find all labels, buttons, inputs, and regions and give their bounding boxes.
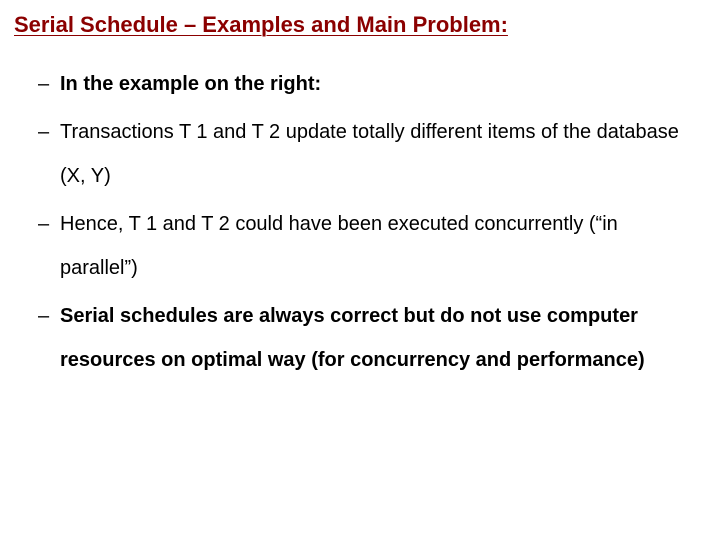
list-item: Hence, T 1 and T 2 could have been execu… [42, 202, 700, 290]
bullet-text: Serial schedules are always correct but … [60, 305, 645, 371]
bullet-text: In the example on the right: [60, 73, 321, 95]
list-item: Transactions T 1 and T 2 update totally … [42, 110, 700, 198]
slide-title: Serial Schedule – Examples and Main Prob… [14, 12, 700, 38]
bullet-text: Transactions T 1 and T 2 update totally … [60, 121, 679, 187]
bullet-list: In the example on the right: Transaction… [14, 62, 700, 382]
list-item: Serial schedules are always correct but … [42, 294, 700, 382]
list-item: In the example on the right: [42, 62, 700, 106]
bullet-text: Hence, T 1 and T 2 could have been execu… [60, 213, 618, 279]
slide: Serial Schedule – Examples and Main Prob… [0, 0, 720, 540]
